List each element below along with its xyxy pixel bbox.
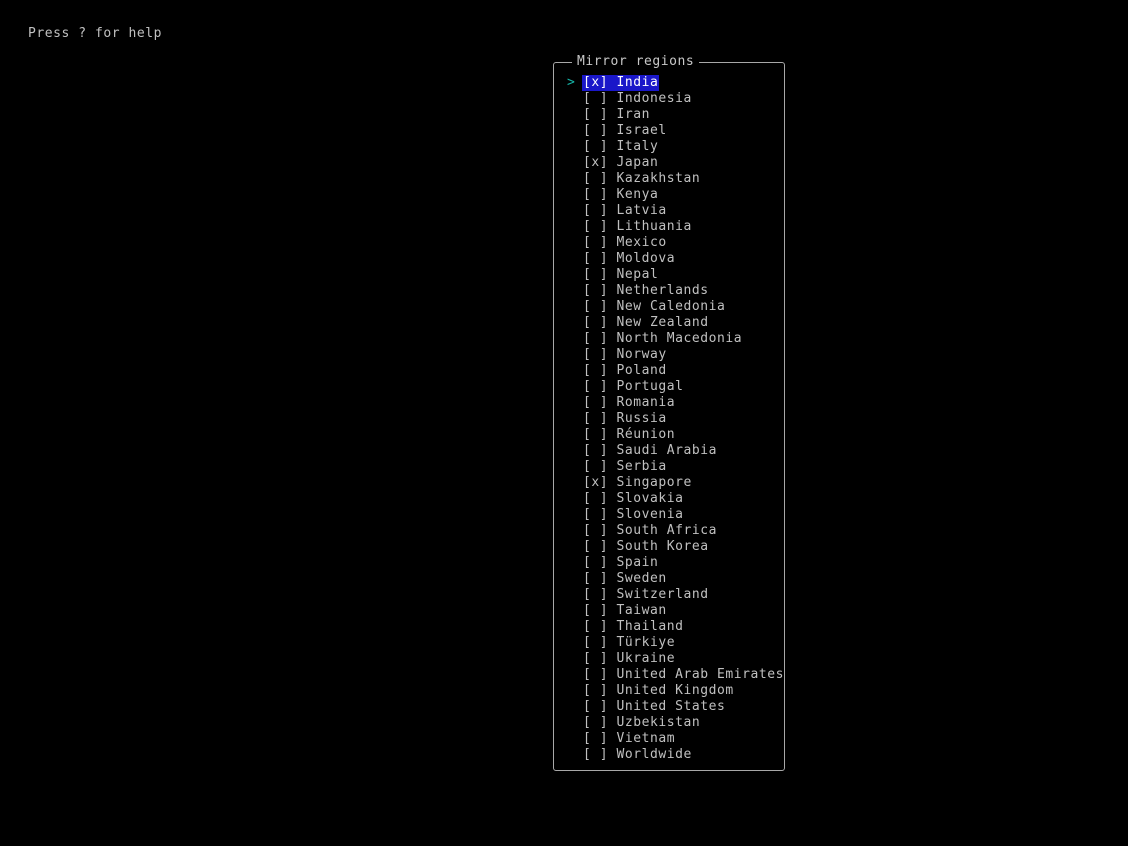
- region-list[interactable]: > [x] India[ ] Indonesia[ ] Iran[ ] Israe…: [554, 75, 784, 763]
- region-list-item[interactable]: [ ] South Africa: [554, 523, 784, 539]
- region-list-item[interactable]: [ ] Indonesia: [554, 91, 784, 107]
- region-list-item[interactable]: [ ] Spain: [554, 555, 784, 571]
- region-item-label: [ ] South Korea: [583, 539, 709, 554]
- region-item-label: [ ] Sweden: [583, 571, 667, 586]
- region-item-label: [ ] Netherlands: [583, 283, 709, 298]
- region-item-label: [ ] Poland: [583, 363, 667, 378]
- region-list-item[interactable]: [ ] Ukraine: [554, 651, 784, 667]
- region-item-label: [ ] United Arab Emirates: [583, 667, 785, 682]
- region-item-label: [ ] Worldwide: [583, 747, 692, 762]
- region-list-item[interactable]: [ ] United States: [554, 699, 784, 715]
- region-list-item[interactable]: [ ] South Korea: [554, 539, 784, 555]
- region-item-label: [ ] Kazakhstan: [583, 171, 701, 186]
- region-list-item[interactable]: [ ] Portugal: [554, 379, 784, 395]
- region-list-item[interactable]: [ ] North Macedonia: [554, 331, 784, 347]
- region-list-item[interactable]: [x] Singapore: [554, 475, 784, 491]
- region-list-item[interactable]: [ ] Italy: [554, 139, 784, 155]
- region-list-item[interactable]: [ ] Israel: [554, 123, 784, 139]
- region-item-label: [ ] Ukraine: [583, 651, 676, 666]
- region-item-label: [ ] Romania: [583, 395, 676, 410]
- region-list-item[interactable]: [ ] Serbia: [554, 459, 784, 475]
- region-list-item[interactable]: [ ] Romania: [554, 395, 784, 411]
- region-item-label: [ ] Serbia: [583, 459, 667, 474]
- region-list-item[interactable]: [ ] Sweden: [554, 571, 784, 587]
- region-list-item[interactable]: > [x] India: [554, 75, 784, 91]
- region-item-label: [ ] Moldova: [583, 251, 676, 266]
- region-list-item[interactable]: [ ] Lithuania: [554, 219, 784, 235]
- region-list-item[interactable]: [ ] Uzbekistan: [554, 715, 784, 731]
- region-list-item[interactable]: [ ] Worldwide: [554, 747, 784, 763]
- region-item-label: [ ] Saudi Arabia: [583, 443, 718, 458]
- region-item-label: [ ] Switzerland: [583, 587, 709, 602]
- region-list-item[interactable]: [ ] Kazakhstan: [554, 171, 784, 187]
- region-item-label: [x] Singapore: [583, 475, 692, 490]
- region-item-label: [ ] Türkiye: [583, 635, 676, 650]
- region-list-item[interactable]: [ ] Thailand: [554, 619, 784, 635]
- region-list-item[interactable]: [ ] Slovakia: [554, 491, 784, 507]
- region-item-label: [ ] Taiwan: [583, 603, 667, 618]
- mirror-regions-panel: Mirror regions > [x] India[ ] Indonesia[ …: [553, 54, 785, 771]
- region-item-label: [ ] Latvia: [583, 203, 667, 218]
- region-list-item[interactable]: [ ] New Caledonia: [554, 299, 784, 315]
- region-item-label: [ ] Norway: [583, 347, 667, 362]
- help-hint-text: Press ? for help: [28, 26, 163, 41]
- region-item-label: [ ] Uzbekistan: [583, 715, 701, 730]
- region-item-label: [x] India: [582, 75, 660, 91]
- panel-title: Mirror regions: [572, 54, 700, 70]
- region-list-item[interactable]: [ ] Latvia: [554, 203, 784, 219]
- region-item-label: [ ] Portugal: [583, 379, 684, 394]
- selection-cursor-icon: >: [567, 75, 576, 90]
- region-item-label: [ ] Thailand: [583, 619, 684, 634]
- region-list-item[interactable]: [x] Japan: [554, 155, 784, 171]
- region-list-item[interactable]: [ ] Saudi Arabia: [554, 443, 784, 459]
- region-list-item[interactable]: [ ] Réunion: [554, 427, 784, 443]
- region-list-item[interactable]: [ ] Switzerland: [554, 587, 784, 603]
- region-item-label: [ ] Russia: [583, 411, 667, 426]
- region-item-label: [ ] Spain: [583, 555, 659, 570]
- region-list-item[interactable]: [ ] New Zealand: [554, 315, 784, 331]
- region-list-item[interactable]: [ ] Netherlands: [554, 283, 784, 299]
- region-item-label: [ ] Nepal: [583, 267, 659, 282]
- region-item-label: [ ] North Macedonia: [583, 331, 743, 346]
- region-item-label: [ ] Indonesia: [583, 91, 692, 106]
- region-list-item[interactable]: [ ] Vietnam: [554, 731, 784, 747]
- region-list-item[interactable]: [ ] Norway: [554, 347, 784, 363]
- region-item-label: [ ] New Caledonia: [583, 299, 726, 314]
- region-list-item[interactable]: [ ] Iran: [554, 107, 784, 123]
- region-item-label: [ ] Slovakia: [583, 491, 684, 506]
- region-item-label: [ ] Mexico: [583, 235, 667, 250]
- region-list-item[interactable]: [ ] Kenya: [554, 187, 784, 203]
- region-list-item[interactable]: [ ] Russia: [554, 411, 784, 427]
- region-list-item[interactable]: [ ] United Kingdom: [554, 683, 784, 699]
- region-list-item[interactable]: [ ] Slovenia: [554, 507, 784, 523]
- region-list-item[interactable]: [ ] Nepal: [554, 267, 784, 283]
- region-item-label: [ ] United Kingdom: [583, 683, 734, 698]
- region-item-label: [ ] United States: [583, 699, 726, 714]
- region-item-label: [ ] Italy: [583, 139, 659, 154]
- region-item-label: [x] Japan: [583, 155, 659, 170]
- region-list-item[interactable]: [ ] United Arab Emirates: [554, 667, 784, 683]
- region-item-label: [ ] New Zealand: [583, 315, 709, 330]
- region-list-item[interactable]: [ ] Türkiye: [554, 635, 784, 651]
- region-item-label: [ ] Kenya: [583, 187, 659, 202]
- region-item-label: [ ] Iran: [583, 107, 651, 122]
- region-item-label: [ ] South Africa: [583, 523, 718, 538]
- region-item-label: [ ] Réunion: [583, 427, 676, 442]
- region-item-label: [ ] Slovenia: [583, 507, 684, 522]
- region-list-item[interactable]: [ ] Moldova: [554, 251, 784, 267]
- region-item-label: [ ] Israel: [583, 123, 667, 138]
- region-item-label: [ ] Lithuania: [583, 219, 692, 234]
- region-list-item[interactable]: [ ] Mexico: [554, 235, 784, 251]
- region-list-item[interactable]: [ ] Poland: [554, 363, 784, 379]
- region-list-item[interactable]: [ ] Taiwan: [554, 603, 784, 619]
- region-item-label: [ ] Vietnam: [583, 731, 676, 746]
